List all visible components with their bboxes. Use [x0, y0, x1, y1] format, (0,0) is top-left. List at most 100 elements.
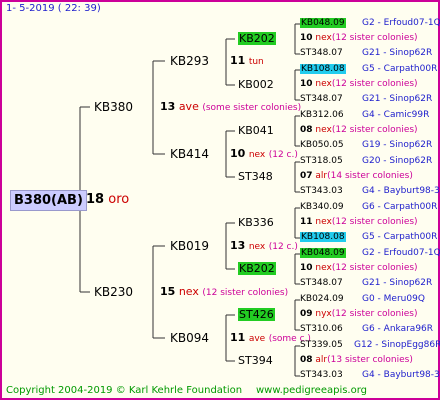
gen2-details-0: 11 tun [230, 55, 264, 67]
pair-mid-ann-6: (12 sister colonies) [331, 309, 418, 319]
gen1-details-1: 15 nex (12 sister colonies) [160, 286, 288, 298]
gen4-location: G5 - Carpath00R [362, 232, 438, 242]
gen4-row: KB048.09 G2 - Erfoud07-1Q [300, 18, 440, 28]
gen2-code-2: KB019 [170, 239, 210, 253]
header-date: 1- 5-2019 ( 22: 39) [6, 3, 101, 14]
pair-mid-ann-2: (12 sister colonies) [331, 125, 418, 135]
root-num: 18 [86, 192, 105, 207]
gen2-code-1: KB414 [170, 147, 210, 161]
pair-mid-3: 07 alr(14 sister colonies) [300, 172, 413, 181]
pair-mid-num-2: 08 [300, 125, 313, 135]
gen4-row: ST343.03 G4 - Bayburt98-3 [300, 187, 440, 196]
gen4-location: G19 - Sinop62R [362, 140, 433, 150]
pair-mid-5: 10 nex(12 sister colonies) [300, 264, 418, 273]
pair-mid-1: 10 nex(12 sister colonies) [300, 80, 418, 89]
gen4-location: G21 - Sinop62R [362, 278, 433, 288]
gen3-code-3: ST348 [238, 170, 273, 183]
gen4-row: KB050.05 G19 - Sinop62R [300, 140, 432, 150]
pair-mid-num-5: 10 [300, 263, 313, 273]
gen4-code: ST339.05 [300, 340, 343, 350]
gen4-code: KB108.08 [300, 232, 346, 242]
gen4-code: KB312.06 [300, 110, 344, 120]
pair-mid-ann-7: (13 sister colonies) [327, 355, 413, 365]
gen4-row: ST339.05 G12 - SinopEgg86R [300, 340, 440, 350]
gen3-code-5: KB202 [238, 262, 276, 275]
pair-mid-ann-0: (12 sister colonies) [331, 33, 418, 43]
gen2-note-1: nex [248, 150, 266, 160]
gen2-ann-1: (12 c.) [268, 150, 298, 160]
root-note: oro [108, 192, 130, 207]
gen1-details-0: 13 ave (some sister colonies) [160, 101, 301, 113]
gen2-code-3: KB094 [170, 331, 210, 345]
gen1-code-0: KB380 [94, 100, 134, 114]
pair-mid-note-4: nex [315, 217, 332, 227]
pair-mid-0: 10 nex(12 sister colonies) [300, 34, 418, 43]
gen2-details-1: 10 nex (12 c.) [230, 148, 298, 160]
gen4-row: ST318.05 G20 - Sinop62R [300, 156, 432, 166]
gen3-code-4: KB336 [238, 216, 274, 229]
pair-mid-7: 08 alr(13 sister colonies) [300, 356, 413, 365]
pair-mid-ann-4: (12 sister colonies) [331, 217, 418, 227]
gen1-code-1: KB230 [94, 285, 134, 299]
gen3-code-2: KB041 [238, 124, 274, 137]
gen4-row: KB340.09 G6 - Carpath00R [300, 203, 437, 212]
gen4-row: ST348.07 G21 - Sinop62R [300, 48, 432, 58]
pair-mid-note-5: nex [315, 263, 332, 273]
gen4-code: ST348.07 [300, 48, 343, 58]
gen3-code-text-0: KB202 [238, 32, 276, 45]
gen4-code: KB050.05 [300, 140, 344, 150]
pair-mid-2: 08 nex(12 sister colonies) [300, 126, 418, 135]
pair-mid-6: 09 nyx(12 sister colonies) [300, 310, 418, 319]
pair-mid-note-7: alr [315, 355, 328, 365]
gen4-location: G4 - Bayburt98-3 [362, 370, 440, 380]
gen3-code-text-6: ST426 [238, 308, 275, 321]
gen4-location: G2 - Erfoud07-1Q [362, 18, 440, 28]
gen2-details-2: 13 nex (12 c.) [230, 240, 298, 252]
gen4-location: G21 - Sinop62R [362, 94, 433, 104]
gen1-num-1: 15 [160, 285, 176, 298]
gen4-location: G20 - Sinop62R [362, 156, 433, 166]
gen4-location: G0 - Meru09Q [362, 294, 425, 304]
gen4-code: ST318.05 [300, 156, 343, 166]
gen4-location: G6 - Carpath00R [362, 202, 438, 212]
pair-mid-ann-5: (12 sister colonies) [331, 263, 418, 273]
gen4-row: KB108.08 G5 - Carpath00R [300, 232, 437, 242]
gen4-location: G2 - Erfoud07-1Q [362, 248, 440, 258]
pair-mid-num-4: 11 [300, 217, 313, 227]
gen1-ann-1: (12 sister colonies) [202, 288, 289, 298]
pair-mid-num-6: 09 [300, 309, 313, 319]
gen4-location: G6 - Ankara96R [362, 324, 434, 334]
gen3-code-7: ST394 [238, 354, 273, 367]
pair-mid-note-1: nex [315, 79, 332, 89]
root-details: 18 oro [86, 193, 129, 206]
pair-mid-ann-3: (14 sister colonies) [327, 171, 413, 181]
gen4-location: G21 - Sinop62R [362, 48, 433, 58]
gen3-code-6: ST426 [238, 308, 275, 321]
gen4-row: ST310.06 G6 - Ankara96R [300, 325, 433, 334]
gen4-code: ST348.07 [300, 278, 343, 288]
pair-mid-4: 11 nex(12 sister colonies) [300, 218, 418, 227]
gen1-num-0: 13 [160, 100, 176, 113]
gen4-location: G4 - Bayburt98-3 [362, 186, 440, 196]
gen4-code: ST343.03 [300, 370, 343, 380]
gen4-row: KB312.06 G4 - Camic99R [300, 110, 429, 120]
gen3-code-1: KB002 [238, 78, 274, 91]
pair-mid-note-0: nex [315, 33, 332, 43]
gen2-num-3: 11 [230, 331, 246, 344]
root-node: B380(AB) [10, 190, 87, 211]
footer-copyright: Copyright 2004-2019 © Karl Kehrle Founda… [6, 385, 243, 396]
pair-mid-num-0: 10 [300, 33, 313, 43]
gen1-ann-0: (some sister colonies) [202, 103, 302, 113]
pair-mid-note-2: nex [315, 125, 332, 135]
gen2-num-2: 13 [230, 239, 246, 252]
gen4-row: KB048.09 G2 - Erfoud07-1Q [300, 248, 440, 258]
gen3-code-0: KB202 [238, 32, 276, 45]
gen2-ann-2: (12 c.) [268, 242, 298, 252]
gen2-num-0: 11 [230, 54, 246, 67]
gen3-code-text-5: KB202 [238, 262, 276, 275]
pair-mid-note-3: alr [315, 171, 328, 181]
gen2-code-0: KB293 [170, 54, 210, 68]
gen4-row: ST343.03 G4 - Bayburt98-3 [300, 370, 440, 380]
gen2-note-0: tun [248, 57, 264, 67]
gen2-details-3: 11 ave (some c.) [230, 332, 311, 344]
